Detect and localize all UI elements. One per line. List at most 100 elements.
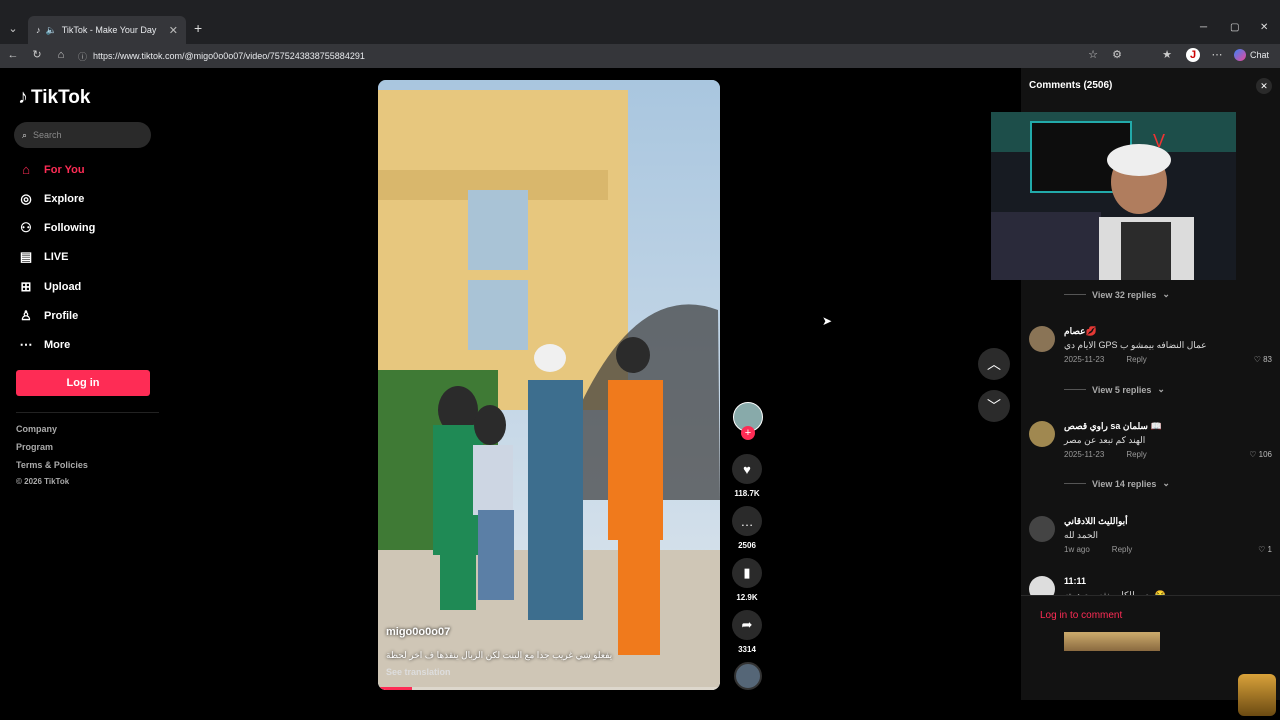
comment-author[interactable]: عصام💋 (1064, 326, 1097, 337)
video-player[interactable]: migo0o0o07 يفعلو شي غريب جدا مع البنت لك… (378, 80, 720, 690)
view-replies-2[interactable]: View 5 replies ⌄ (1064, 384, 1165, 395)
chevron-down-icon: ⌄ (1162, 289, 1170, 299)
comment-date: 2025-11-23 (1064, 355, 1105, 364)
comment-text: الحمد لله (1064, 530, 1099, 540)
comment-date: 2025-11-23 (1064, 450, 1105, 459)
close-comments-icon[interactable]: ✕ (1256, 78, 1272, 94)
previous-video-button[interactable]: ︿ (978, 348, 1010, 380)
reply-button[interactable]: Reply (1126, 355, 1146, 364)
comment-like[interactable]: ♡ 106 (1249, 450, 1272, 459)
save-count: 12.9K (736, 593, 758, 602)
music-disc-icon[interactable] (734, 662, 762, 690)
comment-avatar[interactable] (1029, 421, 1055, 447)
comment-like[interactable]: ♡ 83 (1254, 355, 1272, 364)
chevron-down-icon: ⌄ (1162, 478, 1170, 488)
bottom-bar (0, 716, 1280, 720)
sidebar-item-profile[interactable]: ♙ Profile (18, 308, 78, 324)
site-info-icon[interactable]: ⓘ (78, 50, 87, 63)
video-author[interactable]: migo0o0o07 (386, 626, 450, 638)
sidebar: ♪ TikTok ⌕ Search ⌂ For You ◎ Explore ⚇ … (0, 68, 165, 700)
sidebar-item-upload[interactable]: ⊞ Upload (18, 279, 82, 295)
video-progress-fill (378, 687, 413, 690)
heart-icon[interactable]: ♥ (732, 454, 762, 484)
url-text: https://www.tiktok.com/@migo0o0o07/video… (93, 51, 365, 61)
tiktok-logo-icon: ♪ (18, 86, 28, 108)
sidebar-item-following[interactable]: ⚇ Following (18, 220, 95, 236)
new-tab-button[interactable]: + (194, 20, 202, 36)
comment-action[interactable]: … 2506 (730, 506, 764, 550)
heart-outline-icon: ♡ (1258, 545, 1266, 554)
comment-author[interactable]: أبوالليث اللادقاني (1064, 516, 1128, 527)
like-action[interactable]: ♥ 118.7K (730, 454, 764, 498)
browser-tab[interactable]: ♪ 🔈 TikTok - Make Your Day ✕ (28, 16, 186, 44)
reply-button[interactable]: Reply (1126, 450, 1146, 459)
chevron-down-icon: ⌄ (1157, 384, 1165, 394)
tab-title: TikTok - Make Your Day (61, 25, 157, 35)
comment-avatar[interactable] (1029, 516, 1055, 542)
profile-avatar[interactable]: J (1186, 48, 1200, 62)
search-input[interactable]: ⌕ Search (14, 122, 151, 148)
next-video-button[interactable]: ﹀ (978, 390, 1010, 422)
tiktok-logo[interactable]: ♪ TikTok (18, 86, 90, 109)
close-window-button[interactable]: ✕ (1260, 22, 1268, 33)
share-action[interactable]: ➦ 3314 (730, 610, 764, 654)
comment-author[interactable]: 11:11 (1064, 576, 1086, 586)
view-replies-1[interactable]: View 32 replies ⌄ (1064, 289, 1170, 300)
comment-author[interactable]: راوي قصص sa سلمان 📖 (1064, 421, 1162, 432)
sidebar-item-explore[interactable]: ◎ Explore (18, 191, 84, 207)
address-bar-row: ← ↻ ⌂ ⓘ https://www.tiktok.com/@migo0o0o… (0, 44, 1280, 68)
login-to-comment-link[interactable]: Log in to comment (1021, 595, 1280, 632)
save-action[interactable]: ▮ 12.9K (730, 558, 764, 602)
login-button[interactable]: Log in (16, 370, 150, 396)
sidebar-divider (16, 412, 159, 413)
search-icon: ⌕ (22, 129, 28, 140)
share-count: 3314 (738, 645, 756, 654)
tab-audio-icon[interactable]: 🔈 (46, 25, 57, 36)
collections-icon[interactable]: ★ (1160, 48, 1174, 62)
footer-program-link[interactable]: Program (16, 442, 53, 452)
video-progress-track[interactable] (378, 687, 720, 690)
tab-menu-icon[interactable]: ⌄ (6, 22, 20, 36)
maximize-button[interactable]: ▢ (1230, 22, 1239, 33)
mouse-cursor-icon: ➤ (822, 314, 833, 328)
comment-meta: 1w ago Reply (1064, 545, 1132, 554)
comment-like[interactable]: ♡ 1 (1258, 545, 1272, 554)
sidebar-item-live[interactable]: ▤ LIVE (18, 249, 69, 265)
like-count: 118.7K (734, 489, 760, 498)
reply-button[interactable]: Reply (1112, 545, 1132, 554)
see-translation-link[interactable]: See translation (386, 667, 451, 677)
comment-icon[interactable]: … (732, 506, 762, 536)
footer-terms-link[interactable]: Terms & Policies (16, 460, 88, 470)
browser-titlebar (0, 0, 1280, 44)
tiktok-favicon-icon: ♪ (36, 25, 41, 35)
sidebar-item-more[interactable]: ⋯ More (18, 337, 71, 353)
comment-text: الهند كم تبعد عن مصر (1064, 435, 1146, 445)
channel-watermark-logo (1238, 674, 1276, 716)
minimize-button[interactable]: ─ (1200, 22, 1207, 33)
more-menu-icon[interactable]: ⋯ (1210, 48, 1224, 62)
home-browser-icon[interactable]: ⌂ (54, 48, 68, 62)
reload-icon[interactable]: ↻ (30, 48, 44, 62)
view-replies-3[interactable]: View 14 replies ⌄ (1064, 478, 1170, 489)
comment-avatar[interactable] (1029, 326, 1055, 352)
tab-close-icon[interactable]: ✕ (169, 24, 178, 37)
extensions-icon[interactable]: ⚙ (1110, 48, 1124, 62)
chevron-down-icon: ﹀ (987, 398, 1001, 414)
share-icon[interactable]: ➦ (732, 610, 762, 640)
streamer-webcam-overlay: V (991, 112, 1236, 280)
reply-line (1064, 389, 1086, 390)
comment-meta: 2025-11-23 Reply (1064, 450, 1147, 459)
follow-plus-icon[interactable]: + (741, 426, 755, 440)
favorite-icon[interactable]: ☆ (1086, 48, 1100, 62)
url-field[interactable]: ⓘ https://www.tiktok.com/@migo0o0o07/vid… (78, 47, 1040, 65)
sound-disc[interactable] (731, 662, 765, 690)
author-avatar-action[interactable]: + (731, 402, 765, 440)
sidebar-item-for-you[interactable]: ⌂ For You (18, 162, 84, 177)
bookmark-icon[interactable]: ▮ (732, 558, 762, 588)
live-icon: ▤ (19, 249, 33, 264)
back-icon[interactable]: ← (6, 48, 20, 62)
heart-outline-icon: ♡ (1253, 355, 1261, 364)
footer-company-link[interactable]: Company (16, 424, 57, 434)
webcam-image: V (991, 112, 1236, 280)
copilot-chat-button[interactable]: Chat (1234, 49, 1269, 61)
